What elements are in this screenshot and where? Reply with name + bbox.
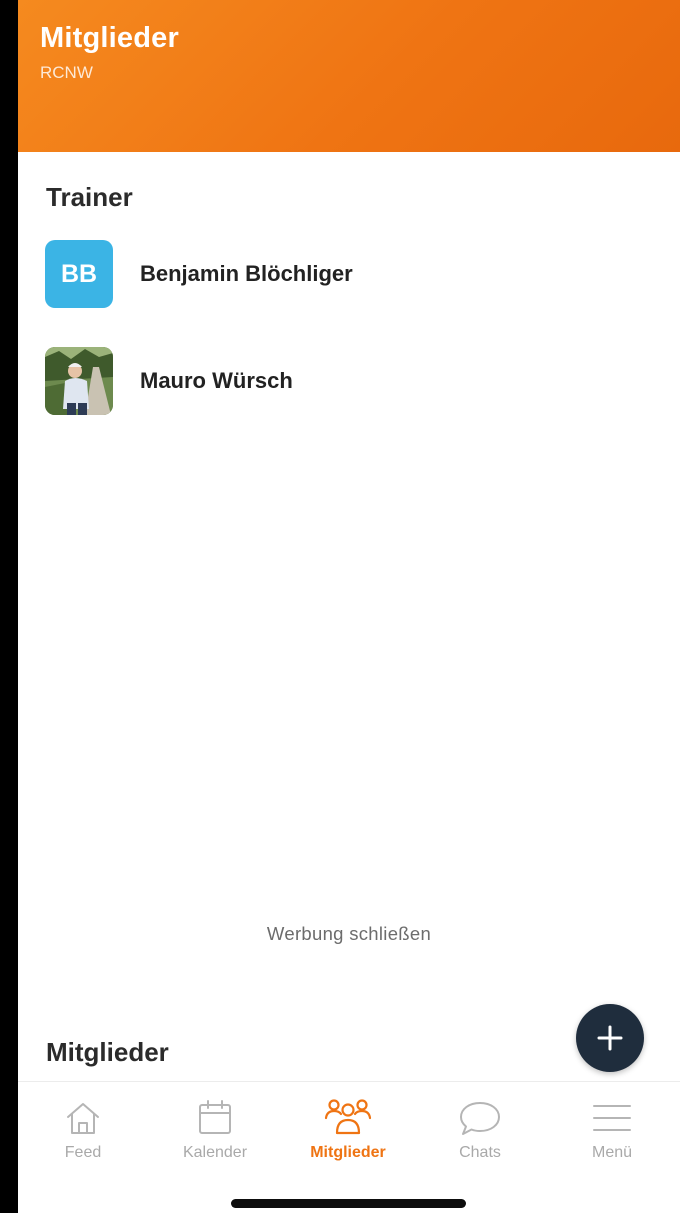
trainer-row[interactable]: Mauro Würsch bbox=[45, 346, 655, 416]
member-name: Benjamin Blöchliger bbox=[140, 261, 353, 286]
chat-bubble-icon bbox=[460, 1102, 500, 1135]
tab-mitglieder[interactable]: Mitglieder bbox=[293, 1098, 403, 1162]
tab-label: Mitglieder bbox=[310, 1144, 386, 1161]
tab-label: Menü bbox=[591, 1144, 633, 1161]
avatar-photo bbox=[45, 347, 113, 415]
section-title-trainer: Trainer bbox=[46, 182, 133, 212]
tab-label: Kalender bbox=[182, 1144, 248, 1161]
app-screen: Mitglieder RCNW Trainer BB Benjamin Blöc… bbox=[18, 0, 680, 1213]
tab-label: Chats bbox=[459, 1144, 501, 1161]
avatar: BB bbox=[45, 240, 113, 308]
hamburger-menu-icon bbox=[593, 1105, 631, 1131]
tab-feed[interactable]: Feed bbox=[28, 1098, 138, 1162]
section-title-members: Mitglieder bbox=[46, 1037, 169, 1067]
tab-chats[interactable]: Chats bbox=[425, 1098, 535, 1162]
plus-icon bbox=[597, 1025, 623, 1051]
home-icon bbox=[67, 1103, 99, 1134]
avatar-initials: BB bbox=[60, 259, 98, 288]
app-header: Mitglieder RCNW bbox=[18, 0, 680, 152]
close-ad-link[interactable]: Werbung schließen bbox=[18, 923, 680, 945]
page-title: Mitglieder bbox=[40, 22, 179, 54]
tab-label: Feed bbox=[64, 1144, 102, 1161]
tab-menu[interactable]: Menü bbox=[557, 1098, 667, 1162]
member-name: Mauro Würsch bbox=[140, 368, 293, 393]
tab-kalender[interactable]: Kalender bbox=[160, 1098, 270, 1162]
trainer-row[interactable]: BB Benjamin Blöchliger bbox=[45, 239, 655, 309]
home-indicator bbox=[231, 1199, 466, 1208]
club-name-subtitle: RCNW bbox=[40, 63, 93, 82]
add-member-button[interactable] bbox=[576, 1004, 644, 1072]
profile-photo bbox=[45, 347, 113, 415]
calendar-icon bbox=[199, 1100, 231, 1134]
bottom-tab-bar: Feed Kalender Mitglieder Chats Menü bbox=[18, 1081, 680, 1213]
members-icon bbox=[324, 1099, 372, 1135]
